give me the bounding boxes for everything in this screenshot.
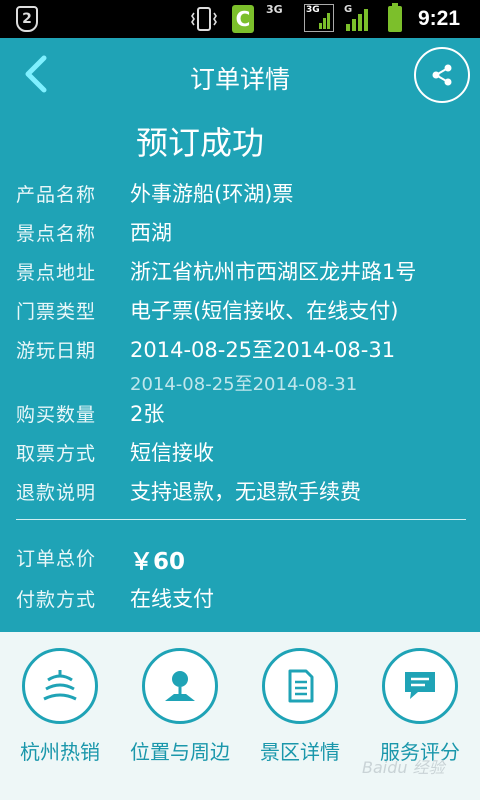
detail-row-product: 产品名称 外事游船(环湖)票 <box>16 176 466 210</box>
share-icon <box>432 64 452 86</box>
vibrate-icon <box>191 7 217 31</box>
nav-icon-circle <box>142 648 218 724</box>
nav-label: 位置与周边 <box>130 740 230 764</box>
detail-row-ticket-type: 门票类型 电子票(短信接收、在线支付) <box>16 293 466 327</box>
nav-location-nearby[interactable]: 位置与周边 <box>120 648 240 778</box>
nav-label: 杭州热销 <box>20 740 100 764</box>
status-bar: 2 C 3G 3G G 9:21 <box>0 0 480 38</box>
detail-subvalue: 2014-08-25至2014-08-31 <box>130 374 358 395</box>
detail-value: 短信接收 <box>130 441 214 465</box>
detail-label: 订单总价 <box>16 548 97 570</box>
detail-label: 付款方式 <box>16 589 97 611</box>
clock: 9:21 <box>418 7 461 30</box>
network-3g-icon: 3G <box>266 3 283 16</box>
detail-label: 退款说明 <box>16 482 97 504</box>
detail-label: 景点地址 <box>16 262 97 284</box>
divider <box>16 519 466 520</box>
detail-row-payment-method: 付款方式 在线支付 <box>16 581 466 615</box>
detail-value: 西湖 <box>130 221 172 245</box>
signal-strength-icon: G <box>344 4 370 32</box>
detail-row-refund-policy: 退款说明 支持退款，无退款手续费 <box>16 474 466 508</box>
detail-value: 电子票(短信接收、在线支付) <box>130 299 399 323</box>
nav-icon-circle <box>22 648 98 724</box>
nav-hangzhou-hot[interactable]: 杭州热销 <box>0 648 120 778</box>
detail-row-pickup-method: 取票方式 短信接收 <box>16 435 466 469</box>
network-3g-label: 3G <box>306 5 320 15</box>
watermark: Baidu 经验 <box>362 758 445 777</box>
nav-icon-circle <box>262 648 338 724</box>
detail-row-visit-date: 游玩日期 2014-08-25至2014-08-31 2014-08-25至20… <box>16 332 466 402</box>
detail-label: 游玩日期 <box>16 340 97 362</box>
app-c-icon: C <box>232 5 254 33</box>
detail-label: 购买数量 <box>16 404 97 426</box>
detail-label: 取票方式 <box>16 443 97 465</box>
total-price: ￥60 <box>130 549 186 575</box>
nav-scenic-details[interactable]: 景区详情 <box>240 648 360 778</box>
battery-icon <box>388 3 402 32</box>
nav-icon-circle <box>382 648 458 724</box>
detail-value: 在线支付 <box>130 587 214 611</box>
app-badge-icon: 2 <box>16 6 38 32</box>
network-3g-signal-icon: 3G <box>304 4 334 32</box>
detail-label: 门票类型 <box>16 301 97 323</box>
chat-bubble-icon <box>405 672 435 699</box>
nav-label: 景区详情 <box>260 740 340 764</box>
detail-row-quantity: 购买数量 2张 <box>16 396 466 430</box>
detail-value: 2014-08-25至2014-08-31 <box>130 338 396 362</box>
detail-label: 产品名称 <box>16 184 97 206</box>
temple-icon <box>43 670 77 701</box>
detail-label: 景点名称 <box>16 223 97 245</box>
header: 订单详情 <box>0 38 480 114</box>
detail-row-total-price: 订单总价 ￥60 <box>16 540 466 575</box>
location-pin-icon <box>165 671 195 701</box>
detail-value: 浙江省杭州市西湖区龙井路1号 <box>130 260 417 284</box>
booking-success-title: 预订成功 <box>135 124 264 162</box>
detail-row-address: 景点地址 浙江省杭州市西湖区龙井路1号 <box>16 254 466 288</box>
share-button[interactable] <box>414 47 470 103</box>
detail-value: 支持退款，无退款手续费 <box>130 480 361 504</box>
detail-value: 2张 <box>130 402 165 426</box>
document-icon <box>288 669 314 703</box>
detail-row-scenic-spot: 景点名称 西湖 <box>16 215 466 249</box>
detail-value: 外事游船(环湖)票 <box>130 182 294 206</box>
page-title: 订单详情 <box>189 65 290 94</box>
network-g-label: G <box>344 4 353 15</box>
